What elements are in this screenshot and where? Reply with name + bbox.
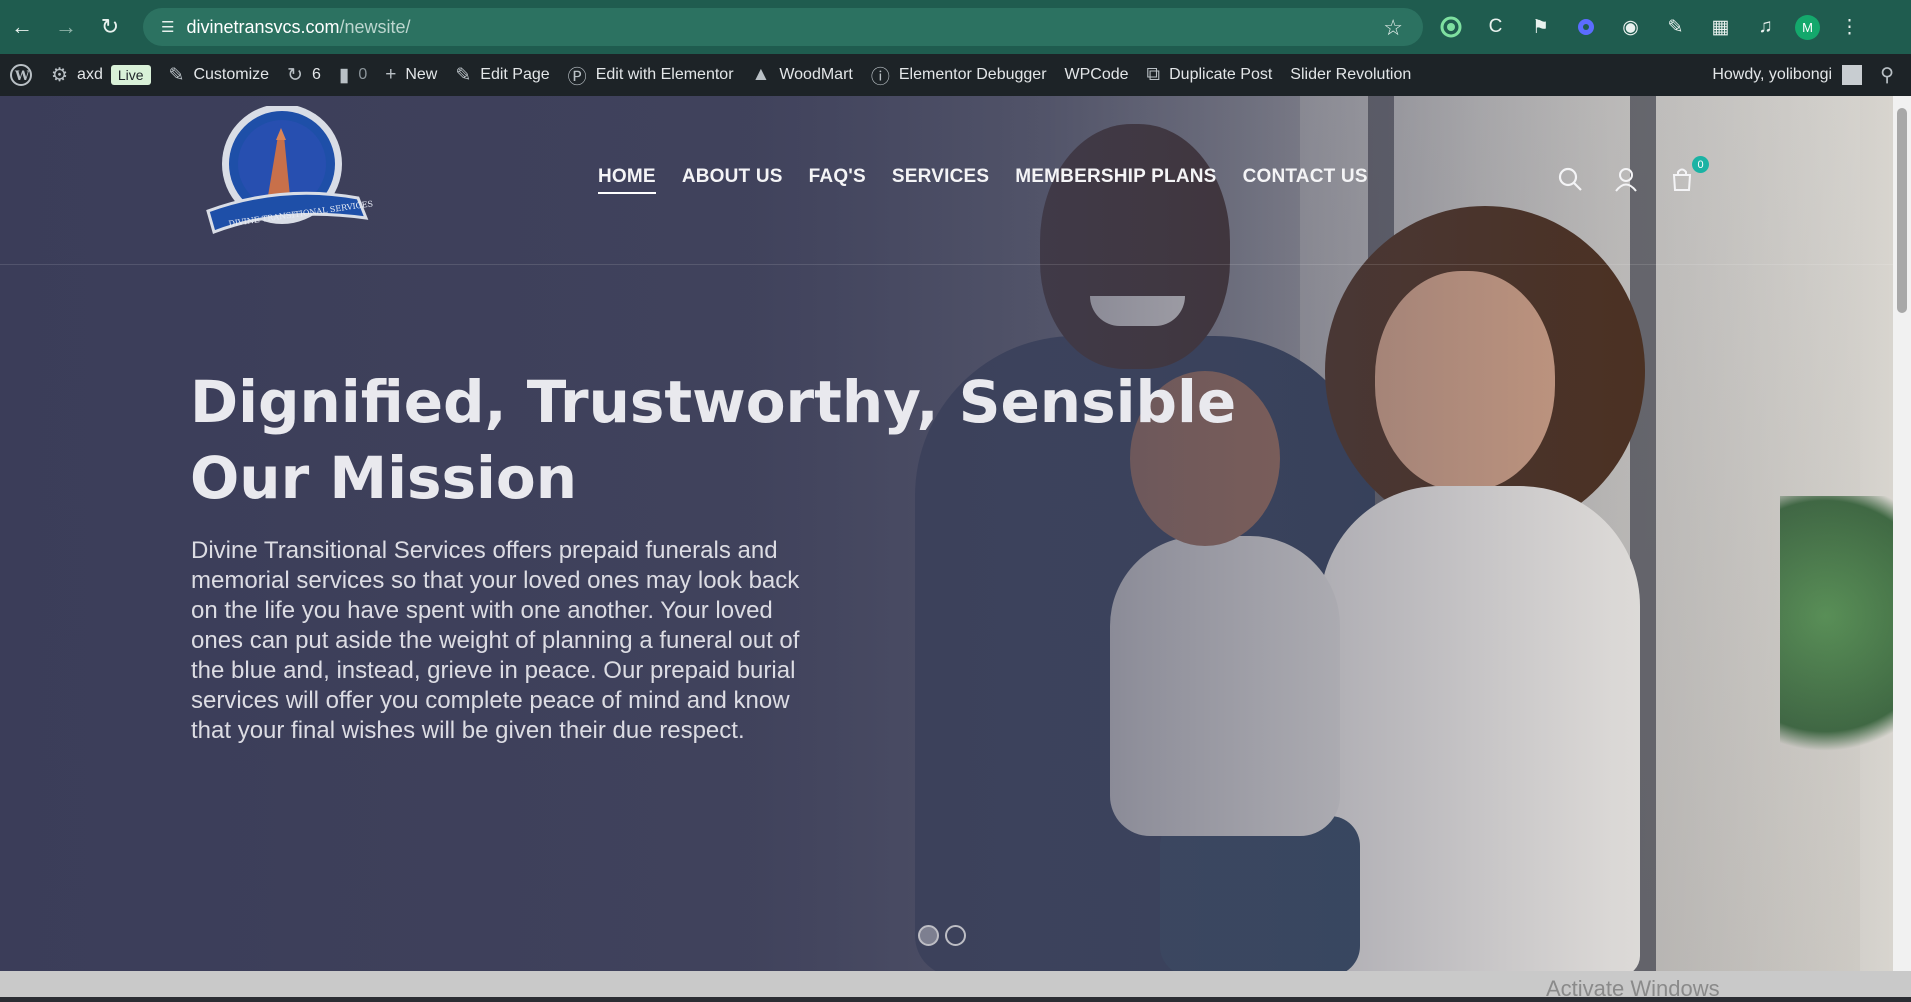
dashboard-icon: ⚙ (51, 64, 69, 86)
slider-revolution-label: Slider Revolution (1290, 66, 1412, 83)
edit-with-elementor-link[interactable]: Ⓟ Edit with Elementor (559, 54, 743, 96)
site-name: axd (77, 66, 103, 83)
comments-link[interactable]: ▮ 0 (330, 54, 376, 96)
main-navigation: HOME ABOUT US FAQ'S SERVICES MEMBERSHIP … (598, 166, 1368, 194)
nav-services[interactable]: SERVICES (892, 166, 989, 194)
wordpress-logo[interactable]: W (0, 54, 42, 96)
cart-count-badge: 0 (1692, 156, 1709, 173)
browser-menu-icon[interactable]: ⋮ (1834, 12, 1865, 43)
site-logo[interactable]: DIVINE TRANSITIONAL SERVICES (198, 104, 378, 256)
howdy-label: Howdy, yolibongi (1712, 66, 1833, 83)
updates-link[interactable]: ↻ 6 (278, 54, 330, 96)
forward-button[interactable]: → (44, 0, 88, 54)
wpcode-label: WPCode (1064, 66, 1129, 83)
plus-icon: + (385, 64, 397, 85)
brush-icon: ✎ (168, 64, 185, 86)
extension-c-icon[interactable]: C (1480, 12, 1511, 43)
nav-home[interactable]: HOME (598, 166, 656, 194)
customize-link[interactable]: ✎ Customize (160, 54, 279, 96)
search-icon[interactable] (1555, 164, 1585, 194)
woodmart-label: WoodMart (779, 66, 853, 83)
eyedropper-icon[interactable]: ✎ (1660, 12, 1691, 43)
bookmark-star-icon[interactable]: ☆ (1383, 15, 1403, 41)
hero-description: Divine Transitional Services offers prep… (191, 537, 800, 744)
pencil-icon: ✎ (455, 64, 472, 86)
hero-title-line1: Dignified, Trustworthy, Sensible (190, 368, 1237, 436)
elementor-icon: Ⓟ (567, 66, 587, 88)
media-control-icon[interactable]: ♫ (1750, 12, 1781, 43)
extensions-puzzle-icon[interactable]: ▦ (1705, 12, 1736, 43)
browser-toolbar: ← → ↻ ☰ divinetransvcs.com/newsite/ ☆ C … (0, 0, 1911, 54)
duplicate-post-link[interactable]: ⧉ Duplicate Post (1138, 54, 1282, 96)
new-content-link[interactable]: + New (376, 54, 446, 96)
extension-green-icon[interactable] (1435, 12, 1466, 43)
my-account-menu[interactable]: Howdy, yolibongi (1703, 54, 1871, 96)
slider-revolution-link[interactable]: Slider Revolution (1281, 54, 1420, 96)
user-avatar (1842, 65, 1863, 85)
extensions-area: C ⚑ ◉ ✎ ▦ ♫ M ⋮ (1435, 0, 1865, 54)
woodmart-link[interactable]: ▲ WoodMart (743, 54, 862, 96)
reload-button[interactable]: ↻ (88, 0, 132, 54)
nav-faqs[interactable]: FAQ'S (809, 166, 866, 194)
wordpress-icon: W (10, 64, 32, 86)
scrollbar-thumb[interactable] (1897, 108, 1907, 313)
activate-windows-watermark: Activate Windows (1546, 976, 1720, 1001)
customize-label: Customize (193, 66, 270, 83)
woodmart-icon: ▲ (751, 64, 771, 85)
header-actions: 0 (1555, 156, 1709, 194)
nav-about-us[interactable]: ABOUT US (682, 166, 783, 194)
new-label: New (405, 66, 438, 83)
hero-title: Dignified, Trustworthy, Sensible Our Mis… (190, 364, 1290, 516)
comments-count: 0 (358, 66, 368, 83)
search-icon: ⚲ (1880, 64, 1894, 86)
wpcode-link[interactable]: WPCode (1056, 54, 1138, 96)
duplicate-post-label: Duplicate Post (1169, 66, 1273, 83)
cart-icon[interactable]: 0 (1667, 156, 1709, 194)
extension-gear-icon[interactable] (1570, 12, 1601, 43)
back-button[interactable]: ← (0, 0, 44, 54)
page-scrollbar[interactable] (1893, 96, 1911, 971)
edit-elementor-label: Edit with Elementor (595, 66, 734, 83)
hero-section: DIVINE TRANSITIONAL SERVICES HOME ABOUT … (0, 96, 1893, 971)
updates-icon: ↻ (287, 64, 303, 86)
svg-text:W: W (14, 69, 30, 84)
site-info-icon[interactable]: ☰ (161, 18, 174, 36)
info-icon: ⓘ (870, 66, 890, 88)
admin-bar-right: Howdy, yolibongi ⚲ (1703, 54, 1911, 96)
edit-page-label: Edit Page (480, 66, 550, 83)
extension-flag-icon[interactable]: ⚑ (1525, 12, 1556, 43)
nav-membership-plans[interactable]: MEMBERSHIP PLANS (1015, 166, 1216, 194)
edit-page-link[interactable]: ✎ Edit Page (446, 54, 558, 96)
slider-dot-1[interactable] (918, 925, 939, 946)
account-icon[interactable] (1611, 164, 1641, 194)
url-path: /newsite/ (339, 16, 411, 37)
profile-avatar[interactable]: M (1795, 14, 1820, 40)
address-bar[interactable]: ☰ divinetransvcs.com/newsite/ ☆ (143, 8, 1423, 46)
elementor-debugger-label: Elementor Debugger (898, 66, 1047, 83)
admin-search[interactable]: ⚲ (1871, 54, 1911, 96)
hero-title-line2: Our Mission (190, 444, 578, 512)
site-name-menu[interactable]: ⚙ axd Live (42, 54, 160, 96)
live-badge: Live (110, 65, 151, 85)
camera-icon[interactable]: ◉ (1615, 12, 1646, 43)
slider-dot-2[interactable] (945, 925, 966, 946)
nav-contact-us[interactable]: CONTACT US (1243, 166, 1368, 194)
header-divider (0, 264, 1893, 265)
updates-count: 6 (311, 66, 321, 83)
elementor-debugger-link[interactable]: ⓘ Elementor Debugger (862, 54, 1056, 96)
url-host: divinetransvcs.com (186, 16, 340, 37)
comment-icon: ▮ (338, 64, 350, 86)
wp-admin-bar: W ⚙ axd Live ✎ Customize ↻ 6 ▮ 0 + New ✎… (0, 54, 1911, 96)
slider-pagination (918, 925, 966, 946)
duplicate-icon: ⧉ (1146, 64, 1161, 85)
